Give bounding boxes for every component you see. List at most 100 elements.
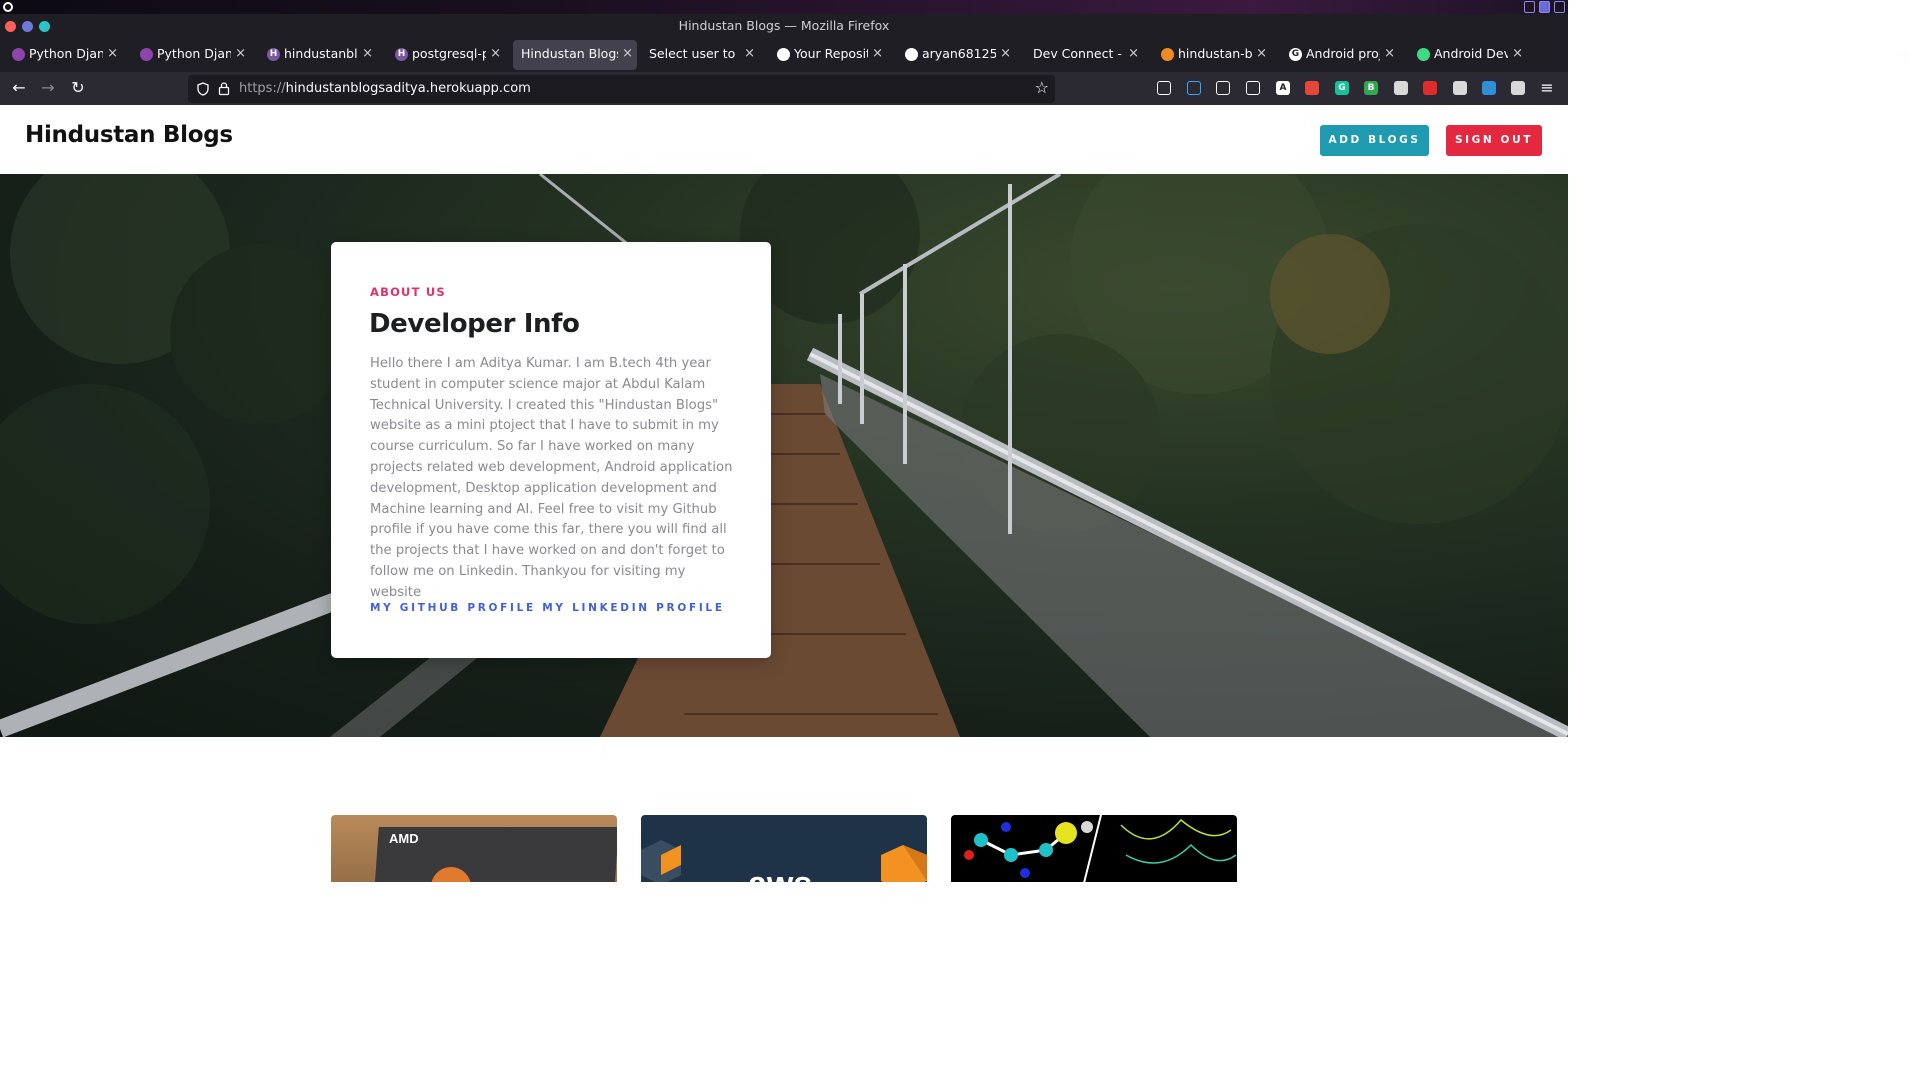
tab-title: aryan68125/Django — [922, 46, 996, 61]
workspace-1-icon[interactable] — [1524, 1, 1535, 13]
profile-links: MY GITHUB PROFILE MY LINKEDIN PROFILE — [370, 602, 725, 614]
bookmark-star-icon[interactable]: ☆ — [1035, 78, 1049, 97]
site-header: Hindustan Blogs ADD BLOGS SIGN OUT — [0, 105, 1568, 174]
url-host: hindustanblogsaditya.herokuapp.com — [285, 81, 531, 96]
workspace-2-icon[interactable] — [1539, 1, 1550, 13]
url-protocol: https:// — [239, 81, 286, 96]
tab-title: Hindustan Blogs — [521, 46, 618, 61]
tab-1[interactable]: Python Django × — [4, 40, 122, 70]
heroku-icon: H — [267, 48, 280, 61]
close-window-icon[interactable] — [5, 21, 16, 32]
tab-8[interactable]: aryan68125/Django × — [897, 40, 1015, 70]
tab-7[interactable]: Your Repositories × — [769, 40, 887, 70]
about-card: ABOUT US Developer Info Hello there I am… — [331, 242, 771, 658]
new-tab-icon[interactable]: + — [1898, 44, 1913, 65]
molecule-graphic — [964, 815, 1237, 882]
tab-bar: Python Django×Python Django×Hhindustanbl… — [0, 40, 1568, 72]
tab-title: Android projects — [1306, 46, 1380, 61]
tab-close-icon[interactable]: × — [744, 40, 755, 68]
amd-logo: AMD — [389, 831, 419, 846]
site-brand[interactable]: Hindustan Blogs — [25, 122, 233, 148]
tab-close-icon[interactable]: × — [1512, 40, 1523, 68]
library-icon[interactable] — [1216, 81, 1230, 95]
tab-title: Python Django — [29, 46, 103, 61]
hand-ext-icon[interactable] — [1423, 81, 1437, 95]
tab-close-icon[interactable]: × — [1000, 40, 1011, 68]
url-text[interactable]: https://hindustanblogsaditya.herokuapp.c… — [239, 75, 531, 103]
download-icon[interactable] — [1187, 81, 1201, 95]
maximize-window-icon[interactable] — [39, 21, 50, 32]
tab-title: hindustanblogsaditya — [284, 46, 358, 61]
aws-logo-text: aws — [748, 865, 812, 882]
tab-close-icon[interactable]: × — [1128, 40, 1139, 68]
os-activity-icon[interactable] — [3, 2, 13, 12]
tab-close-icon[interactable]: × — [107, 40, 118, 68]
tab-close-icon[interactable]: × — [235, 40, 246, 68]
google-icon: G — [1289, 48, 1302, 61]
tab-close-icon[interactable]: × — [872, 40, 883, 68]
tab-3[interactable]: Hhindustanblogsaditya × — [259, 40, 377, 70]
url-bar[interactable]: https://hindustanblogsaditya.herokuapp.c… — [188, 75, 1055, 103]
navigation-toolbar: ← → ↻ https://hindustanblogsaditya.herok… — [0, 72, 1568, 105]
purple-badge-icon — [12, 48, 25, 61]
web-page: Hindustan Blogs ADD BLOGS SIGN OUT ABOUT… — [0, 105, 1568, 882]
about-body: Hello there I am Aditya Kumar. I am B.te… — [370, 356, 733, 600]
android-icon — [1417, 48, 1430, 61]
window-title-bar: Hindustan Blogs — Mozilla Firefox — [0, 14, 1568, 40]
workspace-3-icon[interactable] — [1554, 1, 1565, 13]
tab-title: postgresql-polished — [412, 46, 486, 61]
tab-close-icon[interactable]: × — [490, 40, 501, 68]
window-title: Hindustan Blogs — Mozilla Firefox — [678, 18, 890, 33]
reader-icon[interactable] — [1246, 81, 1260, 95]
bridge-scene — [0, 174, 1568, 737]
tab-10[interactable]: hindustan-blogs × — [1153, 40, 1271, 70]
tab-title: Select user to change — [649, 46, 740, 61]
sign-out-button[interactable]: SIGN OUT — [1446, 125, 1542, 156]
tab-9[interactable]: Dev Connect - Connect × — [1025, 40, 1143, 70]
tab-11[interactable]: G Android projects × — [1281, 40, 1399, 70]
tab-title: hindustan-blogs — [1178, 46, 1252, 61]
cloud-ext-icon[interactable] — [1394, 81, 1408, 95]
tab-close-icon[interactable]: × — [622, 40, 633, 68]
purple-badge-icon — [140, 48, 153, 61]
pocket-icon[interactable] — [1157, 81, 1171, 95]
lock-ext-icon[interactable] — [1482, 81, 1496, 95]
tab-4[interactable]: Hpostgresql-polished × — [387, 40, 505, 70]
github-icon — [777, 48, 790, 61]
heroku-icon: H — [395, 48, 408, 61]
forward-icon[interactable]: → — [38, 78, 58, 98]
blog-card-molecule[interactable] — [951, 815, 1237, 882]
blog-card-amd[interactable]: AMD — [331, 815, 617, 882]
tab-title: Android Developers — [1434, 46, 1508, 61]
gift-ext-icon[interactable] — [1305, 81, 1319, 95]
minimize-window-icon[interactable] — [22, 21, 33, 32]
blog-card-aws[interactable]: aws — [641, 815, 927, 882]
tab-close-icon[interactable]: × — [1256, 40, 1267, 68]
tracking-shield-icon[interactable] — [196, 82, 210, 96]
github-profile-link[interactable]: MY GITHUB PROFILE — [370, 602, 536, 614]
tab-2[interactable]: Python Django × — [132, 40, 250, 70]
tab-12[interactable]: Android Developers × — [1409, 40, 1527, 70]
about-title: Developer Info — [369, 309, 580, 339]
user-ext-icon[interactable] — [1453, 81, 1467, 95]
account-icon[interactable]: A — [1276, 81, 1290, 95]
tab-close-icon[interactable]: × — [1384, 40, 1395, 68]
box-icon — [1161, 48, 1174, 61]
os-top-bar — [0, 0, 1568, 14]
add-blogs-button[interactable]: ADD BLOGS — [1320, 125, 1429, 156]
grammarly-icon[interactable]: G — [1335, 81, 1349, 95]
reload-icon[interactable]: ↻ — [68, 78, 88, 98]
padlock-icon[interactable] — [218, 81, 230, 96]
linkedin-profile-link[interactable]: MY LINKEDIN PROFILE — [542, 602, 724, 614]
menu-icon[interactable]: ≡ — [1537, 78, 1557, 98]
back-icon[interactable]: ← — [9, 78, 29, 98]
tab-close-icon[interactable]: × — [362, 40, 373, 68]
tab-title: Python Django — [157, 46, 231, 61]
tab-5[interactable]: Hindustan Blogs × — [513, 40, 637, 70]
tab-title: Your Repositories — [794, 46, 868, 61]
about-eyebrow: ABOUT US — [370, 285, 446, 299]
b-ext-icon[interactable]: B — [1364, 81, 1378, 95]
github-icon — [905, 48, 918, 61]
tab-6[interactable]: Select user to change × — [641, 40, 759, 70]
wand-ext-icon[interactable] — [1511, 81, 1525, 95]
